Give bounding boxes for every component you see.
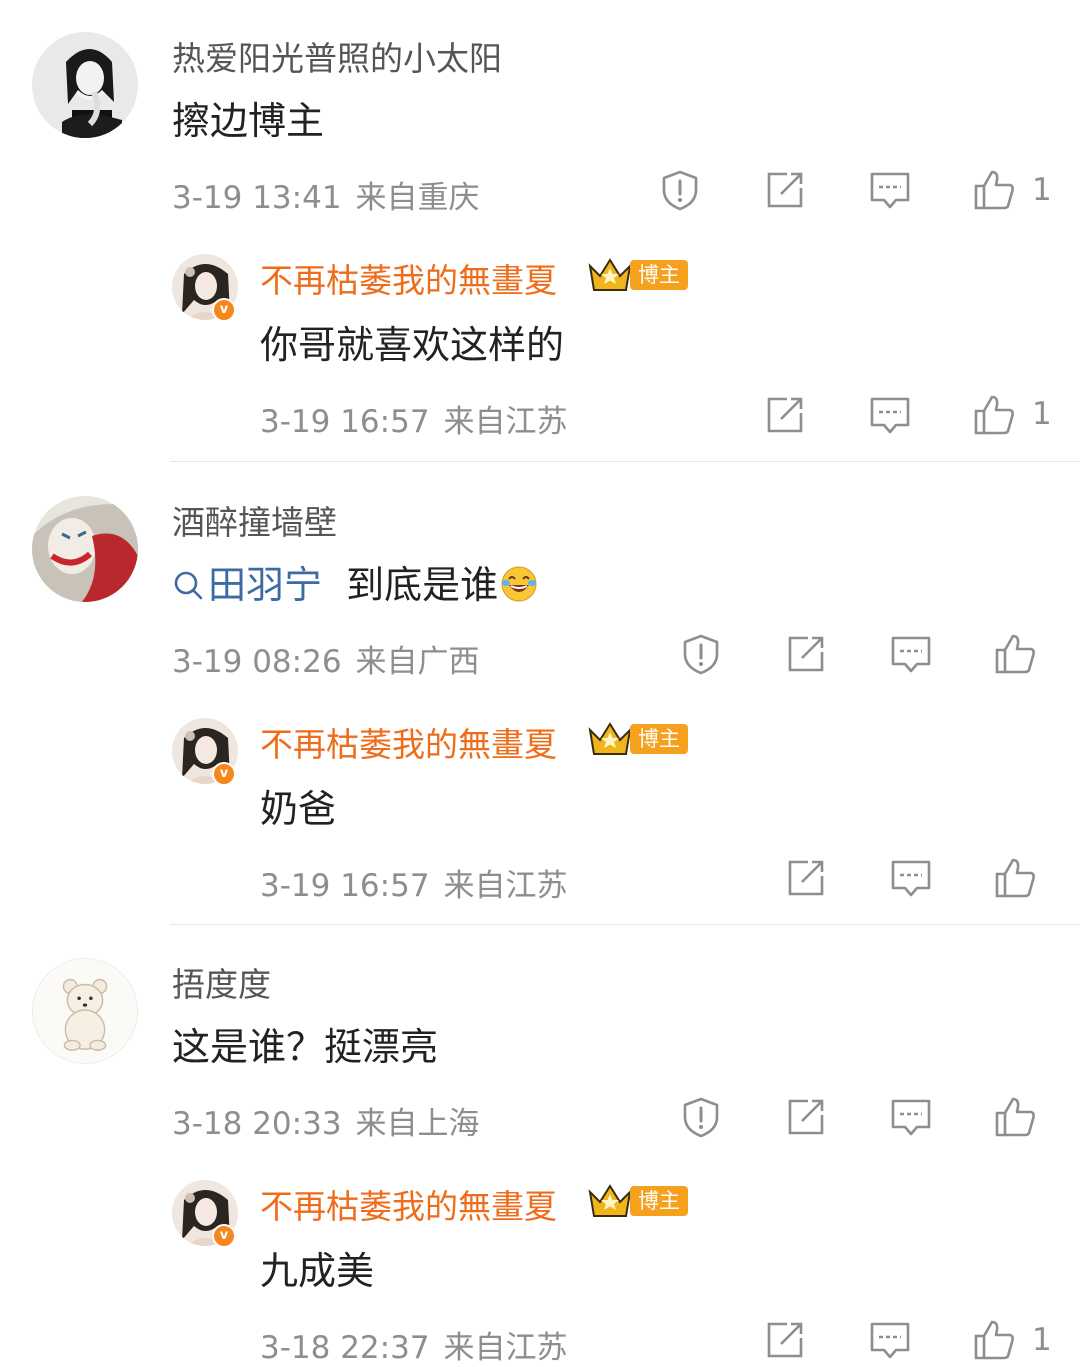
comment-location: 来自重庆 bbox=[355, 180, 480, 216]
comment-meta: 3-19 13:41 来自重庆 bbox=[172, 172, 480, 217]
thumbs-up-icon[interactable] bbox=[972, 393, 1016, 437]
shield-alert-icon[interactable] bbox=[658, 168, 702, 212]
comment-username[interactable]: 捂度度 bbox=[172, 958, 271, 1006]
like-count: 1 bbox=[1032, 396, 1052, 432]
comment-icon[interactable] bbox=[889, 856, 933, 900]
verified-badge: v bbox=[212, 762, 236, 786]
thumbs-up-icon[interactable] bbox=[993, 1095, 1037, 1139]
comment-username[interactable]: 酒醉撞墙壁 bbox=[172, 496, 337, 544]
thumbs-up-icon[interactable] bbox=[993, 856, 1037, 900]
comment-date: 3-19 08:26 bbox=[172, 644, 342, 680]
role-badge: 博主 bbox=[630, 260, 688, 290]
comment-icon[interactable] bbox=[868, 393, 912, 437]
reply-username[interactable]: 不再枯萎我的無畫夏 bbox=[260, 718, 557, 766]
shield-alert-icon[interactable] bbox=[679, 1095, 723, 1139]
reply-text: 你哥就喜欢这样的 bbox=[260, 323, 565, 367]
share-icon[interactable] bbox=[784, 632, 828, 676]
reply-username[interactable]: 不再枯萎我的無畫夏 bbox=[260, 1180, 557, 1228]
comment-icon[interactable] bbox=[889, 1095, 933, 1139]
thumbs-up-icon[interactable] bbox=[972, 168, 1016, 212]
comment-location: 来自广西 bbox=[355, 644, 480, 680]
comment-date: 3-19 13:41 bbox=[172, 180, 342, 216]
share-icon[interactable] bbox=[784, 1095, 828, 1139]
thumbs-up-icon[interactable] bbox=[972, 1318, 1016, 1362]
comment-text: 这是谁？挺漂亮 bbox=[172, 1025, 439, 1069]
share-icon[interactable] bbox=[763, 393, 807, 437]
comment-meta: 3-18 20:33 来自上海 bbox=[172, 1098, 480, 1143]
reply-location: 来自江苏 bbox=[443, 868, 568, 904]
role-badge: 博主 bbox=[630, 724, 688, 754]
search-icon bbox=[174, 571, 203, 600]
comment-body: 到底是谁 bbox=[346, 563, 499, 607]
mention-name: 田羽宁 bbox=[208, 563, 323, 607]
share-icon[interactable] bbox=[763, 1318, 807, 1362]
divider bbox=[170, 461, 1080, 462]
crown-icon bbox=[588, 1184, 632, 1217]
reply-username[interactable]: 不再枯萎我的無畫夏 bbox=[260, 254, 557, 302]
reply-location: 来自江苏 bbox=[443, 1330, 568, 1366]
crown-icon bbox=[588, 258, 632, 291]
like-count: 1 bbox=[1032, 172, 1052, 208]
like-count: 1 bbox=[1032, 1322, 1052, 1358]
thumbs-up-icon[interactable] bbox=[993, 632, 1037, 676]
comment-icon[interactable] bbox=[868, 1318, 912, 1362]
reply-meta: 3-18 22:37 来自江苏 bbox=[260, 1322, 568, 1367]
reply-meta: 3-19 16:57 来自江苏 bbox=[260, 396, 568, 441]
divider bbox=[170, 924, 1080, 925]
role-badge: 博主 bbox=[630, 1186, 688, 1216]
comment-username[interactable]: 热爱阳光普照的小太阳 bbox=[172, 32, 502, 80]
verified-badge: v bbox=[212, 1224, 236, 1248]
crown-icon bbox=[588, 722, 632, 755]
comment-location: 来自上海 bbox=[355, 1106, 480, 1142]
reply-meta: 3-19 16:57 来自江苏 bbox=[260, 860, 568, 905]
avatar[interactable] bbox=[32, 32, 138, 138]
avatar[interactable] bbox=[32, 496, 138, 602]
comment-list: 热爱阳光普照的小太阳 擦边博主 3-19 13:41 来自重庆 1 v 不再枯萎… bbox=[0, 0, 1080, 1367]
reply-location: 来自江苏 bbox=[443, 404, 568, 440]
comment-meta: 3-19 08:26 来自广西 bbox=[172, 636, 480, 681]
reply-date: 3-19 16:57 bbox=[260, 868, 430, 904]
reply-text: 九成美 bbox=[260, 1249, 375, 1293]
reply-date: 3-18 22:37 bbox=[260, 1330, 430, 1366]
mention-link[interactable]: 田羽宁 bbox=[172, 563, 322, 607]
shield-alert-icon[interactable] bbox=[679, 632, 723, 676]
avatar[interactable] bbox=[32, 958, 138, 1064]
share-icon[interactable] bbox=[763, 168, 807, 212]
comment-date: 3-18 20:33 bbox=[172, 1106, 342, 1142]
comment-icon[interactable] bbox=[889, 632, 933, 676]
verified-badge: v bbox=[212, 298, 236, 322]
reply-text: 奶爸 bbox=[260, 787, 337, 831]
comment-text: 擦边博主 bbox=[172, 99, 325, 143]
laughing-tears-emoji bbox=[501, 566, 537, 602]
reply-date: 3-19 16:57 bbox=[260, 404, 430, 440]
comment-icon[interactable] bbox=[868, 168, 912, 212]
share-icon[interactable] bbox=[784, 856, 828, 900]
comment-text: 田羽宁 到底是谁 bbox=[172, 554, 538, 609]
